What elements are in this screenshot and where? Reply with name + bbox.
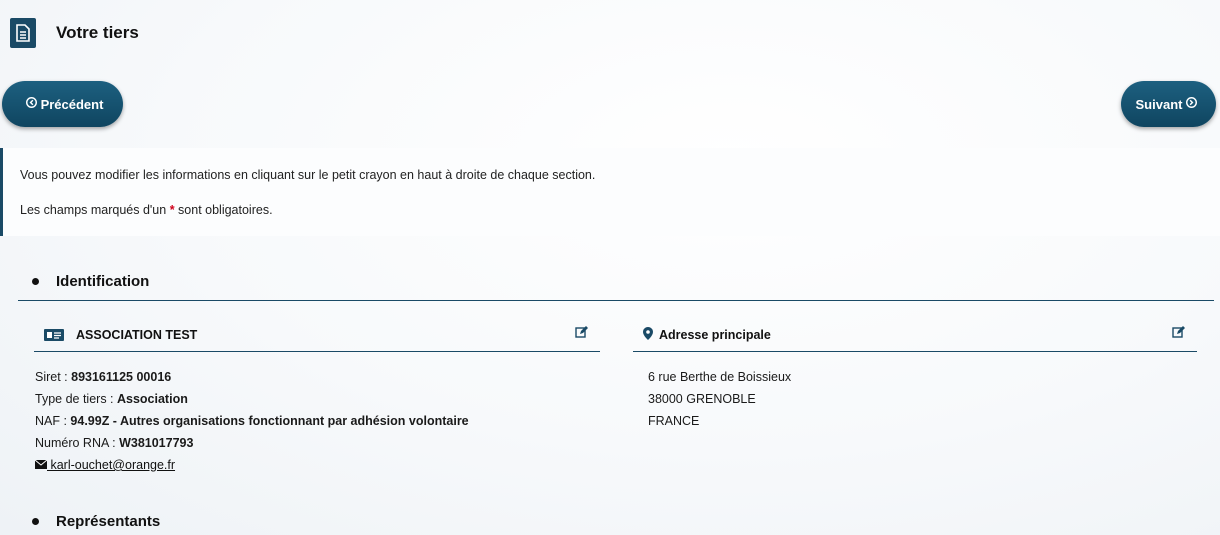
address-details: 6 rue Berthe de Boissieux 38000 GRENOBLE… — [648, 366, 791, 432]
siret-value: 893161125 00016 — [71, 370, 172, 384]
section-representants: Représentants — [32, 513, 160, 530]
address-line-1: 6 rue Berthe de Boissieux — [648, 370, 792, 384]
naf-value: 94.99Z - Autres organisations fonctionna… — [70, 414, 469, 428]
rna-value: W381017793 — [119, 436, 194, 450]
id-card-icon — [44, 328, 64, 341]
next-button[interactable]: Suivant — [1121, 81, 1216, 127]
identity-details: Siret : 893161125 00016 Type de tiers : … — [34, 366, 469, 476]
type-row: Type de tiers : Association — [35, 388, 469, 410]
siret-row: Siret : 893161125 00016 — [35, 366, 469, 388]
required-note-suffix: sont obligatoires. — [174, 203, 273, 217]
arrow-circle-left-icon — [25, 97, 37, 111]
edit-icon[interactable] — [575, 326, 588, 341]
address-card-header: Adresse principale — [633, 318, 1197, 352]
naf-row: NAF : 94.99Z - Autres organisations fonc… — [35, 410, 469, 432]
page-header: Votre tiers — [10, 18, 139, 48]
section-title-identification: Identification — [56, 273, 150, 290]
address-line-3: FRANCE — [648, 414, 700, 428]
next-button-label: Suivant — [1135, 96, 1183, 112]
section-title-representants: Représentants — [56, 513, 161, 530]
arrow-circle-right-icon — [1186, 97, 1198, 111]
document-icon — [10, 18, 36, 48]
naf-label: NAF : — [35, 414, 71, 428]
bullet-icon — [32, 278, 39, 285]
bullet-icon — [32, 518, 39, 525]
email-row[interactable]: karl-ouchet@orange.fr — [34, 454, 469, 476]
page-title: Votre tiers — [56, 23, 139, 42]
required-note-prefix: Les champs marqués d'un — [20, 203, 170, 217]
previous-button[interactable]: Précédent — [2, 81, 123, 127]
identity-card-header: ASSOCIATION TEST — [34, 318, 600, 352]
address-title: Adresse principale — [659, 327, 771, 342]
section-divider — [18, 300, 1214, 301]
previous-button-label: Précédent — [40, 96, 104, 112]
type-label: Type de tiers : — [35, 392, 117, 406]
email-link[interactable]: karl-ouchet@orange.fr — [47, 458, 175, 472]
info-text: Vous pouvez modifier les informations en… — [20, 168, 596, 182]
rna-label: Numéro RNA : — [35, 436, 120, 450]
required-note: Les champs marqués d'un * sont obligatoi… — [20, 203, 273, 217]
map-marker-icon — [643, 326, 653, 343]
identity-name: ASSOCIATION TEST — [76, 327, 198, 342]
rna-row: Numéro RNA : W381017793 — [35, 432, 469, 454]
section-identification: Identification — [32, 273, 149, 290]
edit-icon[interactable] — [1172, 326, 1185, 341]
siret-label: Siret : — [35, 370, 72, 384]
envelope-icon — [34, 458, 48, 472]
info-panel: Vous pouvez modifier les informations en… — [0, 148, 1220, 236]
type-value: Association — [116, 392, 188, 406]
address-line-2: 38000 GRENOBLE — [648, 392, 756, 406]
